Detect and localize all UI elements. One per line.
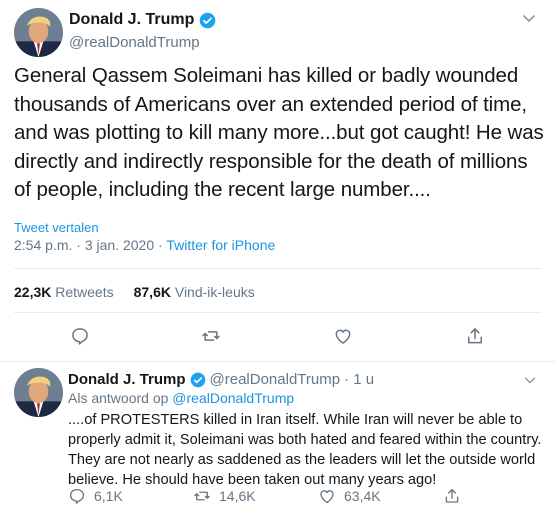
verified-badge-icon <box>190 372 206 388</box>
retweet-count: 22,3K <box>14 284 52 300</box>
retweet-icon[interactable] <box>201 326 221 346</box>
time-ago[interactable]: · 1 u <box>344 371 374 388</box>
like-stat[interactable]: 87,6K Vind-ik-leuks <box>134 284 255 300</box>
in-reply-label: Als antwoord op <box>68 390 169 406</box>
display-name[interactable]: Donald J. Trump <box>68 371 186 388</box>
retweet-label: Retweets <box>55 284 114 300</box>
tweet-time[interactable]: 2:54 p.m. <box>14 237 72 253</box>
tweet-source[interactable]: Twitter for iPhone <box>166 237 275 253</box>
meta-separator: · <box>158 237 163 253</box>
display-name[interactable]: Donald J. Trump <box>69 11 194 29</box>
like-count: 87,6K <box>133 284 171 300</box>
tweet-actions: 6,1K 14,6K 63,4K <box>68 486 488 506</box>
handle[interactable]: @realDonaldTrump <box>69 34 216 51</box>
tweet-text: General Qassem Soleimani has killed or b… <box>14 64 544 201</box>
verified-badge-icon <box>199 12 216 29</box>
translate-link[interactable]: Tweet vertalen <box>14 220 99 235</box>
retweet-action[interactable]: 14,6K <box>193 486 318 506</box>
reply-author-line: Donald J. Trump @realDonaldTrump · 1 u <box>68 371 374 388</box>
main-tweet: Donald J. Trump @realDonaldTrump General… <box>0 0 555 362</box>
retweet-icon <box>194 491 210 501</box>
avatar-image <box>14 8 63 57</box>
retweet-stat[interactable]: 22,3K Retweets <box>14 284 114 300</box>
reply-action[interactable]: 6,1K <box>68 486 193 506</box>
tweet-stats: 22,3K Retweets 87,6K Vind-ik-leuks <box>14 284 255 300</box>
reply-icon <box>69 488 85 504</box>
chevron-down-icon[interactable] <box>523 373 537 387</box>
reply-tweet[interactable]: Donald J. Trump @realDonaldTrump · 1 u A… <box>0 362 555 516</box>
author-block: Donald J. Trump @realDonaldTrump <box>69 11 216 51</box>
divider <box>14 312 541 313</box>
share-icon[interactable] <box>465 326 485 346</box>
share-icon <box>445 488 459 503</box>
like-count: 63,4K <box>344 488 381 504</box>
meta-separator: · <box>76 237 81 253</box>
reply-count: 6,1K <box>94 488 123 504</box>
tweet-actions <box>0 326 555 348</box>
divider <box>14 268 541 269</box>
avatar-image <box>14 368 63 417</box>
heart-icon <box>320 490 334 504</box>
tweet-text: ....of PROTESTERS killed in Iran itself.… <box>68 412 542 488</box>
tweet-meta: 2:54 p.m. · 3 jan. 2020 · Twitter for iP… <box>14 237 275 253</box>
like-action[interactable]: 63,4K <box>318 486 443 506</box>
tweet-date[interactable]: 3 jan. 2020 <box>85 237 154 253</box>
handle[interactable]: @realDonaldTrump <box>210 371 341 388</box>
reply-icon[interactable] <box>70 326 90 346</box>
in-reply-to: Als antwoord op @realDonaldTrump <box>68 390 294 406</box>
chevron-down-icon[interactable] <box>521 10 537 26</box>
avatar[interactable] <box>14 368 63 417</box>
like-label: Vind-ik-leuks <box>174 284 255 300</box>
in-reply-handle[interactable]: @realDonaldTrump <box>172 390 294 406</box>
retweet-count: 14,6K <box>219 488 256 504</box>
share-action[interactable] <box>443 486 473 506</box>
avatar[interactable] <box>14 8 63 57</box>
heart-icon[interactable] <box>333 326 353 346</box>
